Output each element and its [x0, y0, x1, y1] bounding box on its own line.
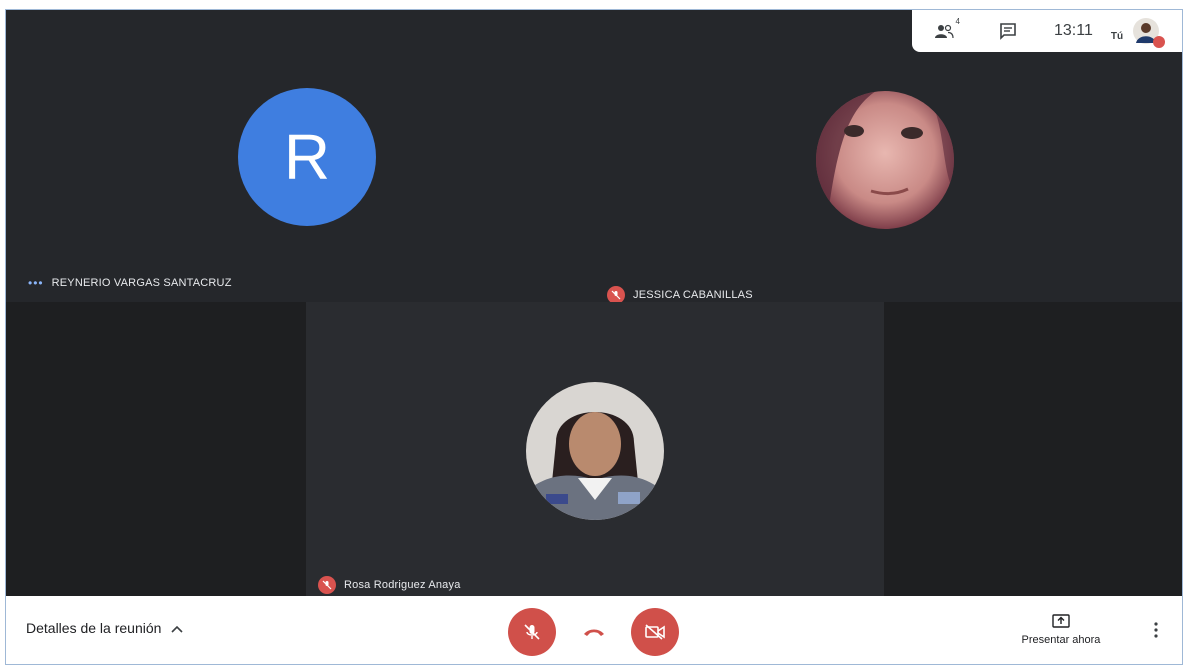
- avatar-reynerio: R: [238, 88, 376, 226]
- participant-count: 4: [955, 17, 960, 26]
- self-mic-off-icon: [1153, 36, 1166, 48]
- more-options-button[interactable]: [1146, 618, 1166, 642]
- more-vert-icon: [1154, 622, 1158, 638]
- participant-tile-jessica[interactable]: JESSICA CABANILLAS: [595, 10, 1182, 304]
- empty-tile-right: [884, 302, 1182, 596]
- mic-toggle-button[interactable]: [508, 608, 556, 656]
- meeting-details-label: Detalles de la reunión: [26, 620, 162, 636]
- participant-name-rosa: Rosa Rodriguez Anaya: [318, 576, 461, 594]
- mic-off-icon: [524, 624, 540, 640]
- avatar-jessica-photo: [816, 91, 954, 229]
- chat-icon[interactable]: [996, 19, 1020, 43]
- chevron-up-icon: [171, 620, 183, 636]
- mic-off-badge-icon: [318, 576, 336, 594]
- participant-name-text: JESSICA CABANILLAS: [633, 289, 753, 301]
- self-label: Tú: [1110, 30, 1124, 42]
- people-icon[interactable]: 4: [932, 17, 960, 43]
- audio-activity-icon: •••: [28, 276, 44, 290]
- clock-time: 13:11: [1054, 22, 1093, 39]
- present-screen-icon: [1052, 614, 1070, 628]
- video-off-icon: [645, 624, 665, 640]
- participant-tile-reynerio[interactable]: R ••• REYNERIO VARGAS SANTACRUZ: [6, 10, 595, 302]
- self-avatar[interactable]: [1133, 18, 1166, 48]
- top-info-bar: 4 13:11 Tú: [912, 10, 1182, 52]
- video-grid: R ••• REYNERIO VARGAS SANTACRUZ JESSICA …: [6, 10, 1182, 596]
- participant-name-text: Rosa Rodriguez Anaya: [344, 579, 461, 591]
- hang-up-icon: [584, 629, 604, 636]
- participant-tile-rosa[interactable]: Rosa Rodriguez Anaya: [306, 302, 884, 596]
- present-now-button[interactable]: Presentar ahora: [1011, 614, 1111, 646]
- avatar-rosa-photo: [526, 382, 664, 520]
- control-bar: Detalles de la reunión Presentar ahora: [6, 596, 1182, 664]
- meeting-details-button[interactable]: Detalles de la reunión: [26, 620, 183, 636]
- camera-toggle-button[interactable]: [631, 608, 679, 656]
- hang-up-button[interactable]: [582, 624, 606, 640]
- present-now-label: Presentar ahora: [1021, 634, 1101, 646]
- participant-name-reynerio: ••• REYNERIO VARGAS SANTACRUZ: [28, 276, 232, 290]
- meet-window: R ••• REYNERIO VARGAS SANTACRUZ JESSICA …: [5, 9, 1183, 665]
- participant-name-text: REYNERIO VARGAS SANTACRUZ: [51, 277, 232, 289]
- empty-tile-left: [6, 302, 306, 596]
